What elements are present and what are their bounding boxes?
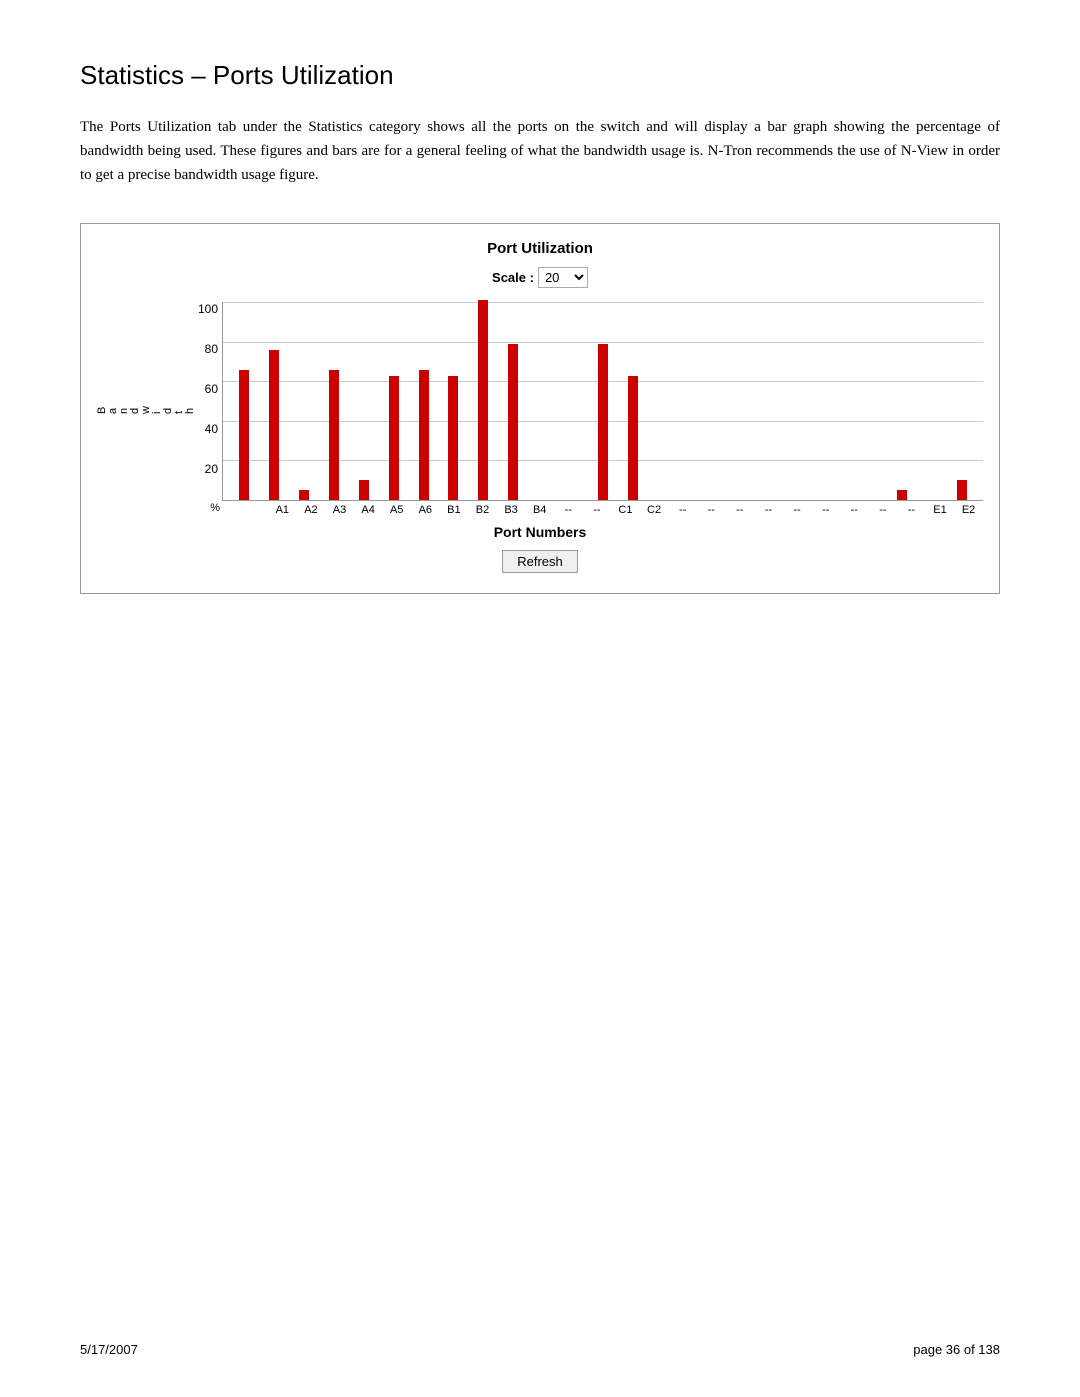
footer: 5/17/2007 page 36 of 138 [80,1342,1000,1357]
scale-row: Scale : 5 10 20 50 100 [97,267,983,288]
x-label: E1 [926,504,955,516]
y-axis-label: B a n d w i d t h [97,302,196,516]
footer-page-info: page 36 of 138 [913,1342,1000,1357]
refresh-row: Refresh [97,550,983,573]
bar-group [498,302,528,500]
bar [419,370,429,500]
bar [478,300,488,500]
bar [299,490,309,500]
bar [269,350,279,500]
x-label: A2 [297,504,326,516]
bar [448,376,458,500]
bar-group [259,302,289,500]
bar-chart-wrapper: A1A2A3A4A5A6B1B2B3B4----C1C2------------… [222,302,983,516]
bar-group [768,302,798,500]
x-label: B2 [468,504,497,516]
bar-group [289,302,319,500]
refresh-button[interactable]: Refresh [502,550,578,573]
x-label: B1 [440,504,469,516]
x-label: -- [783,504,812,516]
bar-group [738,302,768,500]
bar [359,480,369,500]
x-label: B4 [525,504,554,516]
bar [239,370,249,500]
chart-container: Port Utilization Scale : 5 10 20 50 100 … [80,223,1000,594]
x-label: -- [726,504,755,516]
x-label: A3 [325,504,354,516]
bar-group [379,302,409,500]
bar [389,376,399,500]
y-tick-100: 100 [198,302,222,342]
x-label: -- [697,504,726,516]
bar [329,370,339,500]
bar [628,376,638,500]
x-label: -- [554,504,583,516]
bar-group [588,302,618,500]
x-label: -- [668,504,697,516]
x-label: C1 [611,504,640,516]
x-label: -- [840,504,869,516]
x-label: -- [869,504,898,516]
bar [598,344,608,500]
x-label: A6 [411,504,440,516]
x-label: -- [897,504,926,516]
bar-group [618,302,648,500]
x-label: E2 [954,504,983,516]
scale-select[interactable]: 5 10 20 50 100 [538,267,588,288]
y-axis-unit: % [210,502,222,516]
page-title: Statistics – Ports Utilization [80,60,1000,91]
x-label: A4 [354,504,383,516]
chart-title: Port Utilization [97,240,983,257]
chart-area: B a n d w i d t h 100 80 60 40 20 % [97,302,983,516]
bar-group [857,302,887,500]
x-label: A5 [382,504,411,516]
bars-row [223,302,983,500]
bar-chart [222,302,983,501]
x-label: -- [811,504,840,516]
bar-group [349,302,379,500]
x-label: C2 [640,504,669,516]
bar [957,480,967,500]
y-tick-20: 20 [198,462,222,502]
description-text: The Ports Utilization tab under the Stat… [80,115,1000,187]
x-label: -- [583,504,612,516]
bar-group [648,302,678,500]
x-axis-labels: A1A2A3A4A5A6B1B2B3B4----C1C2------------… [222,504,983,516]
x-label: -- [754,504,783,516]
x-label: A1 [268,504,297,516]
bar-group [678,302,708,500]
y-tick-40: 40 [198,422,222,462]
bar-group [229,302,259,500]
bar [508,344,518,500]
bar-group [827,302,857,500]
bar-group [528,302,558,500]
page: Statistics – Ports Utilization The Ports… [0,0,1080,1397]
bar-group [438,302,468,500]
bar-group [917,302,947,500]
x-label: B3 [497,504,526,516]
bar-group [708,302,738,500]
bar-group [468,302,498,500]
scale-label: Scale : [492,270,534,285]
footer-date: 5/17/2007 [80,1342,138,1357]
y-tick-60: 60 [198,382,222,422]
y-tick-80: 80 [198,342,222,382]
bar-group [798,302,828,500]
bar-group [409,302,439,500]
port-numbers-label: Port Numbers [97,524,983,540]
bar-group [947,302,977,500]
bar [897,490,907,500]
bar-group [887,302,917,500]
y-ticks-container: 100 80 60 40 20 % [198,302,222,516]
bar-group [319,302,349,500]
bar-group [558,302,588,500]
